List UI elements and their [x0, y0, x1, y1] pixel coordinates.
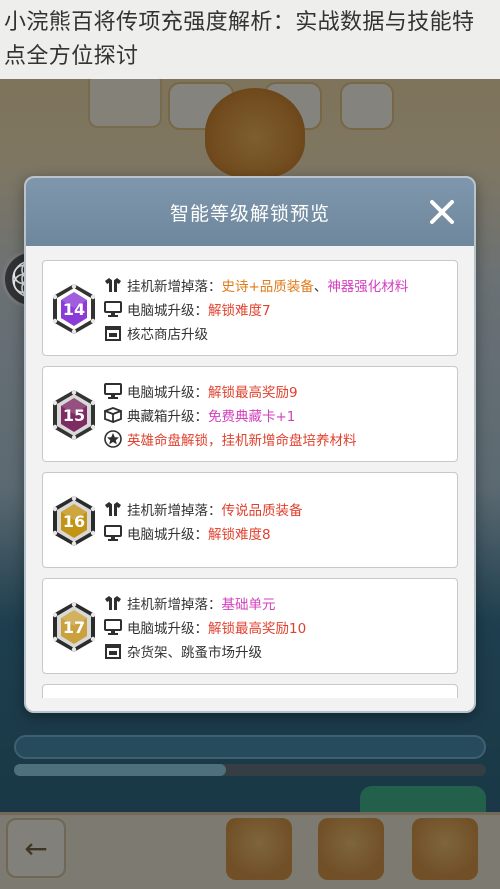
unlock-value: 免费典藏卡+1: [208, 409, 296, 425]
star-icon: [103, 429, 123, 449]
modal-header: 智能等级解锁预览: [26, 178, 474, 246]
unlock-row: 核芯商店升级: [103, 322, 208, 344]
level-badge: 17: [51, 601, 97, 653]
level-badge: 16: [51, 495, 97, 547]
unlock-row: 英雄命盘解锁，挂机新增命盘培养材料: [103, 428, 357, 450]
unlock-row: 电脑城升级： 解锁难度7: [103, 298, 271, 320]
unlock-row: 电脑城升级： 解锁最高奖励9: [103, 380, 298, 402]
unlock-value: 解锁难度7: [208, 303, 271, 319]
unlock-row: 杂货架、跳蚤市场升级: [103, 640, 262, 662]
unlock-label: 杂货架、跳蚤市场升级: [127, 645, 262, 661]
unlock-row: 挂机新增掉落： 传说品质装备: [103, 498, 303, 520]
unlock-label: 挂机新增掉落：: [127, 503, 222, 519]
level-card-16: 16 挂机新增掉落： 传说品质装备 电脑城升级： 解锁难度8: [42, 472, 458, 568]
unlock-row: 挂机新增掉落： 基础单元: [103, 592, 276, 614]
hanger-icon: [103, 593, 123, 613]
unlock-row: 典藏箱升级： 免费典藏卡+1: [103, 404, 295, 426]
hanger-icon: [103, 499, 123, 519]
monitor-icon: [103, 617, 123, 637]
shop-icon: [103, 323, 123, 343]
unlock-value: 英雄命盘解锁，挂机新增命盘培养材料: [127, 433, 357, 449]
level-badge: 15: [51, 389, 97, 441]
unlock-label: 挂机新增掉落：: [127, 597, 222, 613]
level-number: 15: [62, 405, 86, 425]
unlock-value: 解锁难度8: [208, 527, 271, 543]
level-number: 14: [62, 299, 86, 319]
unlock-label: 核芯商店升级: [127, 327, 208, 343]
unlock-row: 电脑城升级： 解锁难度8: [103, 522, 271, 544]
level-number: 16: [62, 511, 86, 531]
unlock-value: 、: [313, 279, 328, 295]
level-unlock-list[interactable]: 14 挂机新增掉落： 史诗+品质装备、神器强化材料 电脑城升级： 解锁难度7 核芯商店升级…: [42, 260, 458, 698]
monitor-icon: [103, 523, 123, 543]
monitor-icon: [103, 299, 123, 319]
unlock-value: 传说品质装备: [221, 503, 303, 519]
shop-icon: [103, 641, 123, 661]
unlock-label: 挂机新增掉落：: [127, 279, 222, 295]
unlock-value: 解锁最高奖励10: [208, 621, 307, 637]
unlock-label: 电脑城升级：: [127, 527, 208, 543]
close-icon: [430, 200, 454, 224]
monitor-icon: [103, 381, 123, 401]
unlock-label: 典藏箱升级：: [127, 409, 208, 425]
unlock-label: 电脑城升级：: [127, 385, 208, 401]
unlock-value: 解锁最高奖励9: [208, 385, 298, 401]
level-card-17: 17 挂机新增掉落： 基础单元 电脑城升级： 解锁最高奖励10 杂货架、跳蚤市场升级: [42, 578, 458, 674]
unlock-label: 电脑城升级：: [127, 303, 208, 319]
unlock-row: 挂机新增掉落： 史诗+品质装备、神器强化材料: [103, 274, 408, 296]
unlock-preview-modal: 智能等级解锁预览 14 挂机新增掉落： 史诗+品质装备、神器强化材料 电脑城升级： 解锁…: [24, 176, 476, 713]
hanger-icon: [103, 275, 123, 295]
box-icon: [103, 405, 123, 425]
level-card-next: [42, 684, 458, 698]
unlock-value: 神器强化材料: [327, 279, 409, 295]
modal-title: 智能等级解锁预览: [169, 202, 330, 225]
level-card-15: 15 电脑城升级： 解锁最高奖励9 典藏箱升级： 免费典藏卡+1 英雄命盘解锁，挂机新增命…: [42, 366, 458, 462]
unlock-value: 史诗+品质装备: [221, 279, 314, 295]
article-caption: 小浣熊百将传项充强度解析：实战数据与技能特点全方位探讨: [0, 0, 500, 79]
level-card-14: 14 挂机新增掉落： 史诗+品质装备、神器强化材料 电脑城升级： 解锁难度7 核芯商店升级: [42, 260, 458, 356]
unlock-row: 电脑城升级： 解锁最高奖励10: [103, 616, 306, 638]
unlock-value: 基础单元: [221, 597, 276, 613]
close-button[interactable]: [420, 190, 464, 234]
unlock-label: 电脑城升级：: [127, 621, 208, 637]
level-number: 17: [62, 617, 86, 637]
level-badge: 14: [51, 283, 97, 335]
